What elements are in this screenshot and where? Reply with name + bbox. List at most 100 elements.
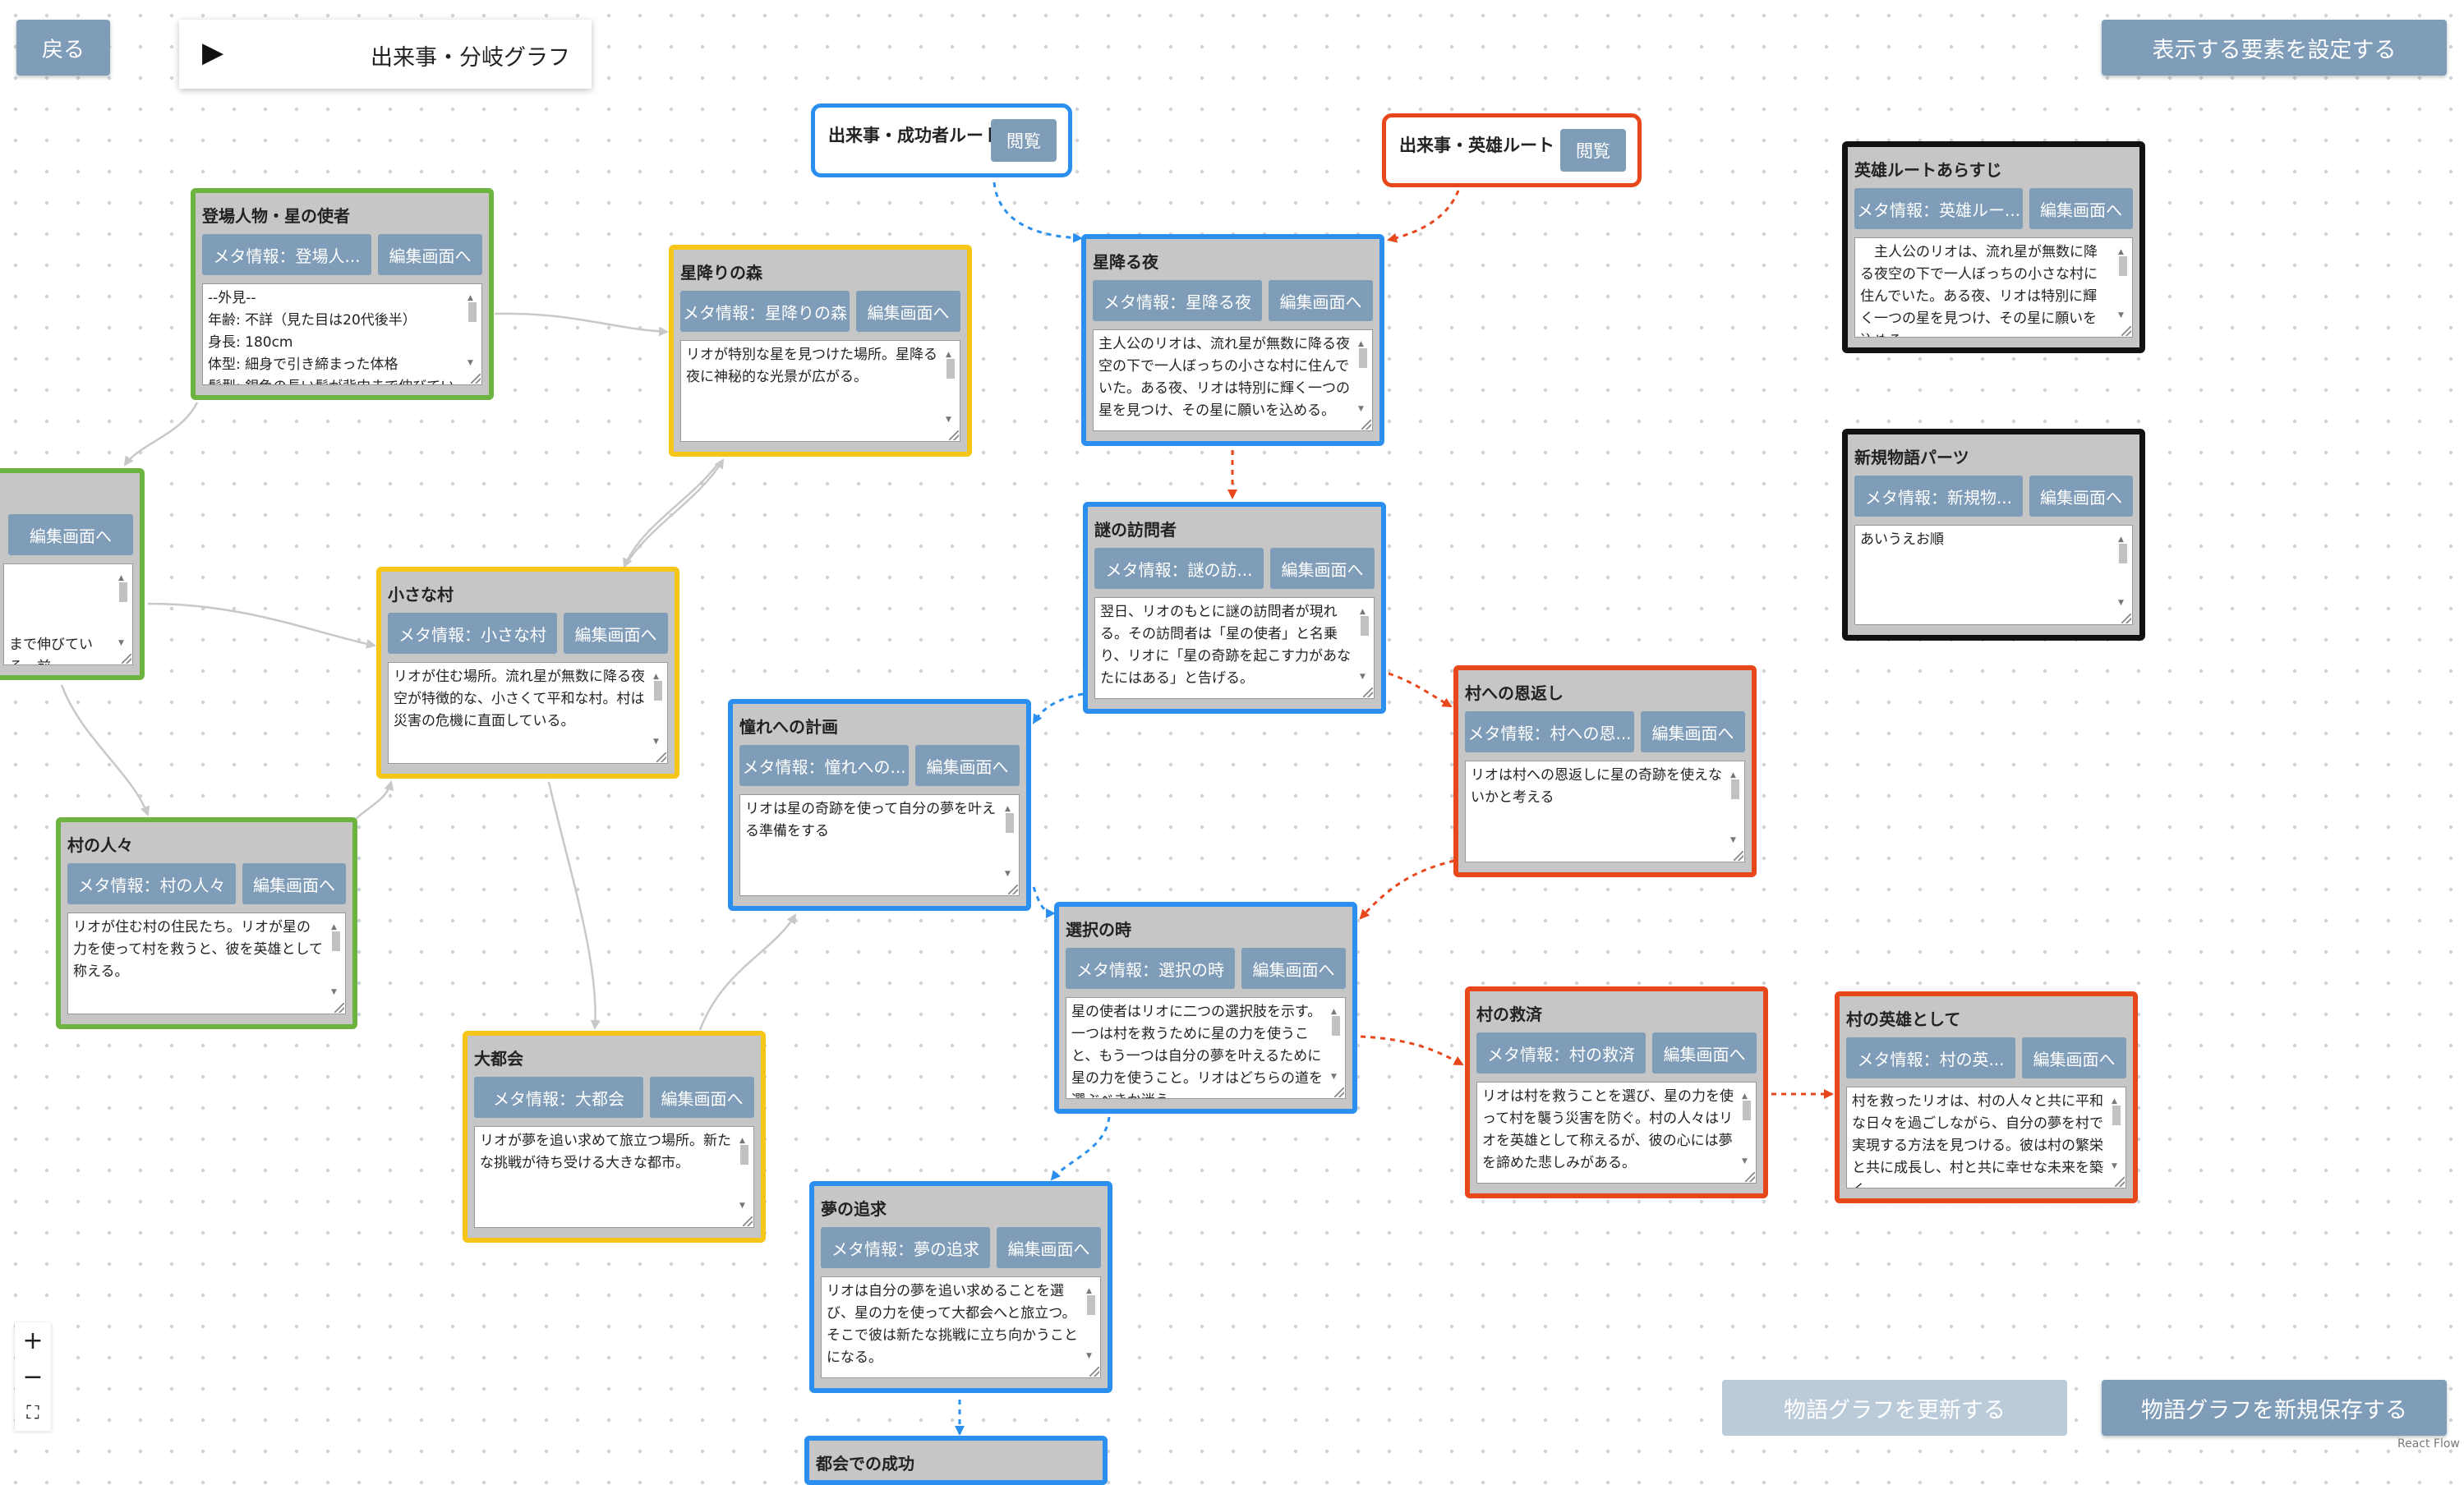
resize-handle-icon[interactable] bbox=[1745, 1172, 1755, 1182]
meta-info-button[interactable]: メタ情報：謎の訪... bbox=[1094, 548, 1264, 589]
node-description[interactable]: リオが夢を追い求めて旅立つ場所。新たな挑戦が待ち受ける大きな都市。 ▲ ▼ bbox=[474, 1126, 754, 1228]
edge-village-to-city[interactable] bbox=[547, 781, 601, 1030]
meta-info-button[interactable]: メタ情報：選択の時 bbox=[1066, 948, 1235, 989]
node-description[interactable]: --外見-- 年齢: 不詳（見た目は20代後半） 身長: 180cm 体型: 細… bbox=[202, 283, 482, 385]
resize-handle-icon[interactable] bbox=[2115, 1177, 2125, 1187]
meta-info-button[interactable]: メタ情報：登場人... bbox=[202, 234, 371, 275]
scrollbar[interactable]: ▲ ▼ bbox=[737, 1129, 752, 1225]
edit-screen-button[interactable]: 編集画面へ bbox=[1652, 1032, 1757, 1074]
edit-screen-button[interactable]: 編集画面へ bbox=[997, 1227, 1101, 1268]
edge-partial-to-village[interactable] bbox=[147, 602, 376, 649]
meta-info-button[interactable]: メタ情報：憧れへの... bbox=[739, 745, 909, 786]
save-new-graph-button[interactable]: 物語グラフを新規保存する bbox=[2102, 1380, 2447, 1436]
resize-handle-icon[interactable] bbox=[949, 430, 959, 440]
meta-info-button[interactable]: メタ情報：英雄ルー... bbox=[1854, 188, 2023, 229]
edge-route-to-starry-night-hero[interactable] bbox=[1387, 190, 1460, 243]
node-description[interactable]: リオは自分の夢を追い求めることを選び、星の力を使って大都会へと旅立つ。そこで彼は… bbox=[821, 1276, 1101, 1378]
node-as-hero[interactable]: 村の英雄として メタ情報：村の英... 編集画面へ 村を救ったリオは、村の人々と共に平… bbox=[1835, 991, 2138, 1203]
node-description[interactable]: 星の使者はリオに二つの選択肢を示す。一つは村を救うために星の力を使うこと、もう一… bbox=[1066, 997, 1346, 1099]
meta-info-button[interactable]: メタ情報：新規物... bbox=[1854, 476, 2023, 517]
scrollbar[interactable]: ▲ ▼ bbox=[1739, 1084, 1754, 1181]
meta-info-button[interactable]: メタ情報：星降る夜 bbox=[1093, 280, 1262, 321]
edge-partial-to-villagers[interactable] bbox=[60, 684, 150, 816]
edit-screen-button[interactable]: 編集画面へ bbox=[378, 234, 482, 275]
edge-city-to-plan[interactable] bbox=[698, 913, 797, 1031]
display-settings-button[interactable]: 表示する要素を設定する bbox=[2102, 20, 2447, 76]
edge-villagers-to-village[interactable] bbox=[352, 780, 394, 822]
edge-forest-to-village[interactable] bbox=[623, 461, 721, 568]
view-button[interactable]: 閲覧 bbox=[1560, 129, 1626, 172]
node-new-parts[interactable]: 新規物語パーツ メタ情報：新規物... 編集画面へ あいうえお順 ▲ ▼ bbox=[1842, 429, 2145, 641]
resize-handle-icon[interactable] bbox=[2121, 614, 2131, 623]
resize-handle-icon[interactable] bbox=[2121, 326, 2131, 336]
resize-handle-icon[interactable] bbox=[334, 1003, 344, 1013]
edit-screen-button[interactable]: 編集画面へ bbox=[2029, 476, 2133, 517]
edit-screen-button[interactable]: 編集画面へ bbox=[915, 745, 1020, 786]
node-repay[interactable]: 村への恩返し メタ情報：村への恩... 編集画面へ リオは村への恩返しに星の奇跡を使え… bbox=[1453, 665, 1757, 877]
scrollbar[interactable]: ▲ ▼ bbox=[1357, 600, 1372, 697]
scrollbar[interactable]: ▲ ▼ bbox=[1002, 797, 1017, 894]
node-description[interactable]: リオが住む場所。流れ星が無数に降る夜空が特徴的な、小さくて平和な村。村は災害の危… bbox=[388, 662, 668, 764]
resize-handle-icon[interactable] bbox=[122, 654, 131, 664]
node-partial-event[interactable]: 都会での成功 bbox=[804, 1436, 1108, 1485]
edit-screen-button[interactable]: 編集画面へ bbox=[1270, 548, 1375, 589]
node-villagers[interactable]: 村の人々 メタ情報：村の人々 編集画面へ リオが住む村の住民たち。リオが星の力を使って… bbox=[56, 817, 357, 1029]
meta-info-button[interactable]: メタ情報：村の人々 bbox=[67, 863, 236, 904]
scrollbar[interactable]: ▲ ▼ bbox=[2116, 240, 2130, 335]
node-description[interactable]: リオが住む村の住民たち。リオが星の力を使って村を救うと、彼を英雄として称える。 ▲… bbox=[67, 913, 346, 1014]
meta-info-button[interactable]: メタ情報：星降りの森 bbox=[680, 291, 850, 332]
node-description[interactable]: あいうえお順 ▲ ▼ bbox=[1854, 525, 2133, 625]
node-dream[interactable]: 夢の追求 メタ情報：夢の追求 編集画面へ リオは自分の夢を追い求めることを選び、星の力… bbox=[809, 1181, 1112, 1393]
meta-info-button[interactable]: メタ情報：小さな村 bbox=[388, 613, 557, 654]
resize-handle-icon[interactable] bbox=[1734, 851, 1743, 861]
scrollbar[interactable]: ▲ ▼ bbox=[943, 343, 958, 439]
node-rescue[interactable]: 村の救済 メタ情報：村の救済 編集画面へ リオは村を救うことを選び、星の力を使って村を… bbox=[1465, 986, 1768, 1198]
meta-info-button[interactable]: メタ情報：村への恩... bbox=[1465, 711, 1634, 752]
edit-screen-button[interactable]: 編集画面へ bbox=[242, 863, 346, 904]
scrollbar[interactable]: ▲ ▼ bbox=[465, 286, 480, 383]
edit-screen-button[interactable]: 編集画面へ bbox=[856, 291, 960, 332]
node-plan[interactable]: 憧れへの計画 メタ情報：憧れへの... 編集画面へ リオは星の奇跡を使って自分の夢を叶… bbox=[728, 699, 1031, 911]
update-graph-button[interactable]: 物語グラフを更新する bbox=[1722, 1380, 2067, 1436]
scrollbar[interactable]: ▲ ▼ bbox=[1356, 332, 1370, 429]
node-partial-char[interactable]: 編集画面へ まで伸びている。前 ▲▼ bbox=[0, 468, 145, 680]
scrollbar[interactable]: ▲ ▼ bbox=[329, 915, 343, 1012]
play-icon[interactable]: ▶ bbox=[202, 36, 223, 69]
edit-screen-button[interactable]: 編集画面へ bbox=[2029, 188, 2133, 229]
meta-info-button[interactable]: メタ情報：村の英... bbox=[1846, 1037, 2015, 1078]
node-choice[interactable]: 選択の時 メタ情報：選択の時 編集画面へ 星の使者はリオに二つの選択肢を示す。一つは村… bbox=[1054, 902, 1357, 1114]
edge-repay-to-choice[interactable] bbox=[1359, 859, 1455, 920]
scrollbar[interactable]: ▲ ▼ bbox=[2116, 527, 2130, 623]
zoom-out-icon[interactable]: − bbox=[15, 1359, 51, 1395]
scrollbar[interactable]: ▲ ▼ bbox=[116, 566, 131, 663]
edge-choice-to-rescue[interactable] bbox=[1360, 1035, 1464, 1066]
node-description[interactable]: 村を救ったリオは、村の人々と共に平和な日々を過ごしながら、自分の夢を村で実現する… bbox=[1846, 1087, 2126, 1188]
scrollbar[interactable]: ▲ ▼ bbox=[1329, 1000, 1343, 1097]
resize-handle-icon[interactable] bbox=[1008, 885, 1018, 894]
edit-screen-button[interactable]: 編集画面へ bbox=[650, 1077, 754, 1118]
edge-plan-to-choice[interactable] bbox=[1032, 886, 1056, 918]
route-node-hero[interactable]: 出来事・英雄ルート 閲覧 bbox=[1382, 113, 1642, 187]
edit-screen-button[interactable]: 編集画面へ bbox=[8, 514, 133, 555]
resize-handle-icon[interactable] bbox=[471, 374, 481, 384]
edge-messenger-to-forest[interactable] bbox=[494, 312, 669, 337]
meta-info-button[interactable]: メタ情報：夢の追求 bbox=[821, 1227, 990, 1268]
node-village[interactable]: 小さな村 メタ情報：小さな村 編集画面へ リオが住む場所。流れ星が無数に降る夜空が特徴… bbox=[376, 567, 679, 779]
node-description[interactable]: リオは星の奇跡を使って自分の夢を叶える準備をする ▲ ▼ bbox=[739, 794, 1020, 896]
edge-visitor-to-plan[interactable] bbox=[1032, 692, 1084, 724]
node-description[interactable]: 主人公のリオは、流れ星が無数に降る夜空の下で一人ぼっちの小さな村に住んでいた。あ… bbox=[1093, 329, 1373, 431]
scrollbar[interactable]: ▲ ▼ bbox=[651, 664, 666, 761]
node-visitor[interactable]: 謎の訪問者 メタ情報：謎の訪... 編集画面へ 翌日、リオのもとに謎の訪問者が現れる。… bbox=[1083, 502, 1386, 714]
react-flow-attribution[interactable]: React Flow bbox=[2397, 1437, 2460, 1451]
resize-handle-icon[interactable] bbox=[1334, 1087, 1344, 1097]
meta-info-button[interactable]: メタ情報：大都会 bbox=[474, 1077, 643, 1118]
fit-view-icon[interactable]: ⛶ bbox=[15, 1395, 51, 1432]
scrollbar[interactable]: ▲ ▼ bbox=[1084, 1279, 1098, 1376]
edge-visitor-to-repay[interactable] bbox=[1388, 672, 1453, 708]
node-synopsis[interactable]: 英雄ルートあらすじ メタ情報：英雄ルー... 編集画面へ 主人公のリオは、流れ星が無… bbox=[1842, 141, 2145, 353]
resize-handle-icon[interactable] bbox=[1361, 420, 1371, 430]
node-description[interactable]: リオは村を救うことを選び、星の力を使って村を襲う災害を防ぐ。村の人々はリオを英雄… bbox=[1476, 1082, 1757, 1184]
meta-info-button[interactable]: メタ情報：村の救済 bbox=[1476, 1032, 1646, 1074]
view-button[interactable]: 閲覧 bbox=[991, 119, 1057, 162]
edit-screen-button[interactable]: 編集画面へ bbox=[1241, 948, 1346, 989]
